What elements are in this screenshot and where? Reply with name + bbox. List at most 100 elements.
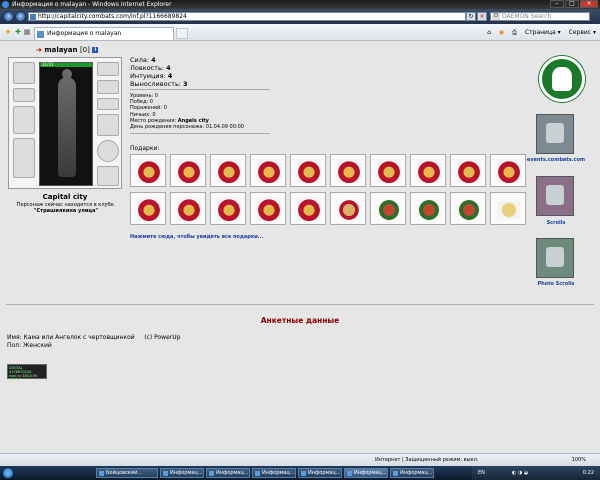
tab-favicon — [37, 31, 44, 38]
clock[interactable]: 0:22 — [583, 466, 594, 480]
address-url: http://capitalcity.combats.com/inf.pl?11… — [38, 13, 187, 20]
page-menu-label: Страница — [524, 29, 556, 36]
forward-button[interactable]: › — [15, 11, 26, 22]
club-place: "Страшилкина улица" — [33, 208, 99, 214]
scrolls-banner[interactable] — [536, 176, 574, 216]
taskbar-item[interactable]: Информац... — [160, 468, 204, 478]
character-info: Уровень: 0 Побед: 0 Поражений: 0 Ничьих:… — [130, 93, 244, 130]
address-bar[interactable]: http://capitalcity.combats.com/inf.pl?11… — [28, 12, 466, 21]
stat-intuition: Интуиция: 4 — [130, 72, 188, 80]
photo-scrolls-banner[interactable] — [536, 238, 574, 278]
gift-heart[interactable] — [290, 192, 326, 225]
gift-heart[interactable] — [250, 192, 286, 225]
gift-bouquet[interactable] — [410, 192, 446, 225]
feeds-icon[interactable]: ◉ — [499, 27, 504, 38]
tab-current[interactable]: Информация о malayan — [34, 27, 174, 40]
character-nick: malayan — [44, 46, 78, 54]
gift-heart[interactable] — [210, 154, 246, 187]
hp-value: 31/31 — [42, 62, 54, 67]
gift-heart[interactable] — [450, 154, 486, 187]
status-bar: Интернет | Защищенный режим: выкл. 100% — [0, 453, 600, 466]
search-placeholder: DAEMON Search — [502, 13, 552, 20]
gift-heart[interactable] — [210, 192, 246, 225]
gifts-label: Подарки: — [130, 145, 160, 152]
info-label: Ничьих: — [130, 111, 151, 118]
maximize-button[interactable]: □ — [565, 0, 579, 8]
favorites-star-icon[interactable]: ★ — [4, 28, 12, 36]
zoom-level[interactable]: 100% — [572, 454, 586, 466]
page-content: ➜ malayan [0] i 31/31 Capital city Персо… — [0, 41, 600, 453]
gift-heart[interactable] — [290, 154, 326, 187]
info-value: 0 — [152, 111, 156, 118]
tools-menu-label: Сервис — [568, 29, 592, 36]
counter-line: 50024 — [9, 378, 21, 382]
boots-slot — [97, 166, 119, 186]
taskbar-item-label: Информац... — [216, 470, 249, 476]
events-link[interactable]: events.combats.com — [526, 157, 586, 163]
visitor-counter[interactable]: DIGITAL 4176670244 mail.ru 464,536 50024 — [7, 364, 47, 382]
taskbar-item[interactable]: Бойцовский... — [96, 468, 158, 478]
close-button[interactable]: × — [580, 0, 598, 8]
taskbar-item[interactable]: Информац... — [252, 468, 296, 478]
city-name: Capital city — [42, 193, 88, 201]
home-icon[interactable]: ⌂ — [487, 27, 491, 38]
private-message-icon[interactable]: ➜ — [36, 46, 42, 54]
back-button[interactable]: ‹ — [3, 11, 14, 22]
taskbar-item[interactable]: Информац... — [298, 468, 342, 478]
info-divider — [130, 133, 270, 134]
combats-logo[interactable] — [539, 56, 585, 102]
gift-heart[interactable] — [490, 154, 526, 187]
all-gifts-link[interactable]: Нажмите сюда, чтобы увидеть все подарки.… — [130, 234, 263, 240]
gift-heart[interactable] — [330, 154, 366, 187]
tab-bar: ★ ✚ ▦ Информация о malayan ⌂ ◉ ⎙ Страниц… — [0, 24, 600, 41]
character-level: [0] — [79, 46, 90, 54]
taskbar-item-label: Информац... — [262, 470, 295, 476]
gift-bouquet[interactable] — [370, 192, 406, 225]
gift-heart[interactable] — [170, 154, 206, 187]
language-indicator[interactable]: EN — [478, 466, 485, 480]
add-favorite-icon[interactable]: ✚ — [14, 28, 22, 36]
taskbar-item-label: Информац... — [354, 470, 387, 476]
helmet-slot — [13, 62, 35, 84]
refresh-button[interactable]: ↻ — [466, 12, 476, 21]
armor-slot — [13, 138, 35, 178]
gift-heart-lock[interactable] — [330, 192, 366, 225]
tray-icons[interactable]: ◐ ◑ ◒ — [512, 466, 528, 480]
minimize-button[interactable]: – — [550, 0, 564, 8]
tools-menu[interactable]: Сервис ▾ — [569, 27, 596, 38]
stat-agility: Ловкость: 4 — [130, 64, 188, 72]
stop-button[interactable]: × — [477, 12, 487, 21]
gift-heart[interactable] — [170, 192, 206, 225]
character-avatar: 31/31 — [39, 62, 93, 186]
taskbar-item-active[interactable]: Информац... — [344, 468, 388, 478]
gift-bouquet[interactable] — [450, 192, 486, 225]
stat-label: Интуиция: — [130, 72, 166, 80]
info-label: Место рождения: — [130, 117, 177, 124]
stat-value: 4 — [151, 56, 156, 64]
info-flag-icon[interactable]: i — [92, 47, 99, 53]
info-value: 0 — [154, 93, 158, 99]
security-zone[interactable]: Интернет | Защищенный режим: выкл. — [375, 454, 478, 466]
amulet-slot — [97, 80, 119, 94]
start-button[interactable] — [2, 467, 14, 479]
stats-divider — [130, 89, 270, 90]
print-icon[interactable]: ⎙ — [512, 27, 517, 38]
scrolls-link[interactable]: Scrolls — [526, 220, 586, 226]
info-label: Уровень: — [130, 93, 154, 99]
photo-scrolls-link[interactable]: Photo Scrolls — [526, 281, 586, 287]
taskbar-item[interactable]: Информац... — [390, 468, 434, 478]
gift-treasure[interactable] — [490, 192, 526, 225]
taskbar: Бойцовский... Информац... Информац... Ин… — [0, 466, 600, 480]
new-tab-button[interactable] — [176, 28, 188, 39]
info-label: Поражений: — [130, 105, 163, 112]
page-menu[interactable]: Страница ▾ — [525, 27, 561, 38]
search-input[interactable]: D DAEMON Search — [490, 12, 590, 21]
gift-heart[interactable] — [370, 154, 406, 187]
gift-heart[interactable] — [130, 154, 166, 187]
gift-heart[interactable] — [130, 192, 166, 225]
taskbar-item[interactable]: Информац... — [206, 468, 250, 478]
events-banner[interactable] — [536, 114, 574, 154]
gift-heart[interactable] — [250, 154, 286, 187]
gift-heart[interactable] — [410, 154, 446, 187]
tab-list-icon[interactable]: ▦ — [23, 28, 31, 36]
